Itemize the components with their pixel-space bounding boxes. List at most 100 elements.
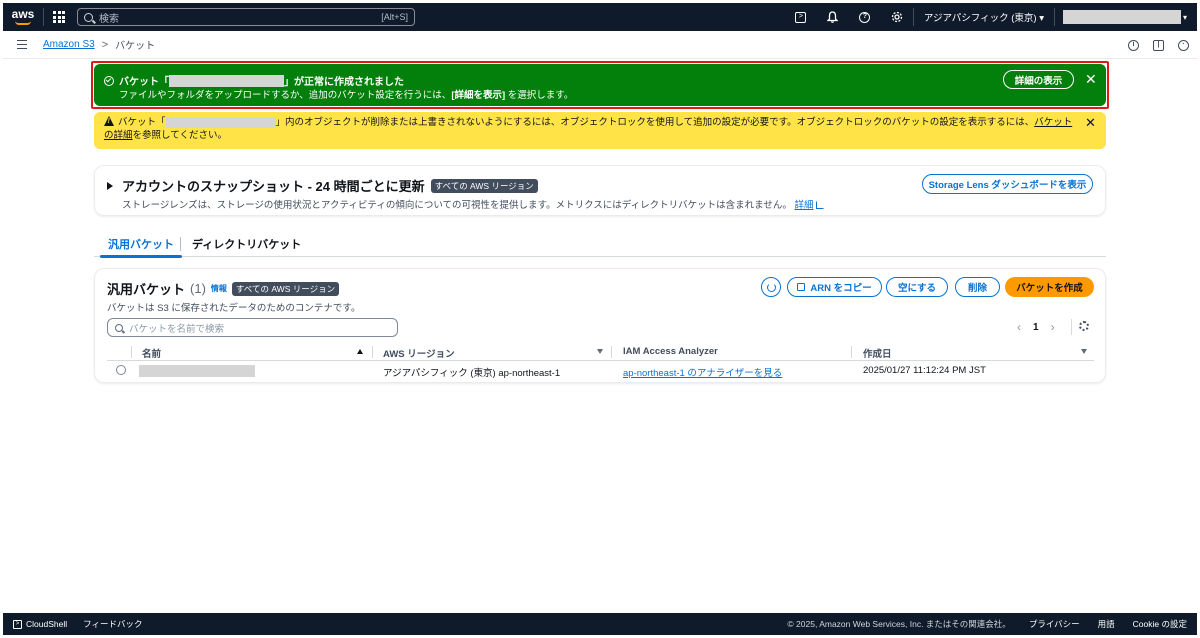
copy-icon (797, 283, 806, 291)
expand-caret-icon[interactable] (107, 181, 113, 190)
snapshot-header[interactable]: アカウントのスナップショット - 24 時間ごとに更新 すべての AWS リージ… (107, 176, 538, 195)
pagination: ‹ 1 › (1017, 320, 1055, 334)
warning-icon (104, 116, 114, 126)
tab-divider (180, 237, 181, 251)
breadcrumb-bar: Amazon S3 > バケット i | · (3, 31, 1197, 59)
refresh-button[interactable] (761, 277, 781, 297)
success-body: ファイルやフォルダをアップロードするか、追加のバケット設定を行うには、[詳細を表… (119, 87, 573, 101)
tab-general-purpose[interactable]: 汎用バケット (100, 236, 182, 258)
buckets-title: 汎用バケット (107, 282, 186, 297)
search-placeholder: 検索 (99, 13, 119, 25)
refresh-icon (766, 282, 776, 292)
help-icon[interactable]: ? (849, 3, 881, 31)
view-details-button[interactable]: 詳細の表示 (1003, 70, 1074, 89)
sort-ascending-icon[interactable] (357, 349, 363, 354)
bucket-name-redacted (165, 116, 276, 128)
column-analyzer-header[interactable]: IAM Access Analyzer (623, 346, 718, 357)
snapshot-description: ストレージレンズは、ストレージの使用状況とアクティビティの傾向についての可視性を… (122, 197, 824, 211)
gear-icon[interactable] (881, 3, 913, 31)
info-link[interactable]: 情報 (211, 283, 227, 294)
warning-middle: 」内のオブジェクトが削除または上書きされないようにするには、オブジェクトロックを… (275, 117, 1035, 128)
sort-icon[interactable] (1081, 349, 1087, 354)
privacy-link[interactable]: プライバシー (1029, 618, 1080, 630)
history-icon[interactable]: · (1178, 39, 1189, 51)
breadcrumb-separator-icon: > (101, 38, 109, 51)
next-page-icon[interactable]: › (1051, 320, 1055, 334)
warning-suffix: を参照してください。 (132, 130, 227, 141)
bell-icon[interactable] (817, 3, 849, 31)
bucket-region: アジアパシフィック (東京) ap-northeast-1 (383, 368, 561, 379)
feedback-link[interactable]: フィードバック (83, 618, 142, 630)
column-divider (131, 346, 132, 358)
snapshot-title: アカウントのスナップショット - 24 時間ごとに更新 (122, 179, 425, 194)
menu-icon[interactable] (17, 39, 39, 50)
cloudshell-link[interactable]: CloudShell (26, 619, 67, 629)
warning-text: バケット「 」内のオブジェクトが削除または上書きされないようにするには、オブジェク… (104, 116, 1074, 142)
bucket-search-input[interactable]: バケットを名前で検索 (107, 318, 398, 337)
prev-page-icon[interactable]: ‹ (1017, 320, 1021, 334)
table-settings-icon[interactable] (1079, 321, 1089, 331)
account-snapshot-panel: アカウントのスナップショット - 24 時間ごとに更新 すべての AWS リージ… (94, 165, 1106, 216)
global-search-input[interactable]: 検索 [Alt+S] (77, 8, 415, 26)
success-title-suffix: 」が正常に作成されました (284, 77, 404, 88)
services-grid-icon[interactable] (44, 3, 74, 31)
delete-button[interactable]: 削除 (955, 277, 1000, 297)
success-body-suffix: を選択します。 (505, 90, 574, 101)
column-divider (851, 346, 852, 358)
region-selector[interactable]: アジアパシフィック (東京) ▾ (914, 3, 1054, 31)
aws-logo-text: aws (11, 7, 35, 21)
info-icon[interactable]: i (1128, 39, 1139, 51)
column-region-header[interactable]: AWS リージョン (383, 346, 455, 360)
success-check-icon (104, 75, 114, 86)
tab-directory[interactable]: ディレクトリバケット (192, 236, 301, 252)
search-icon (84, 12, 93, 22)
bucket-created-date: 2025/01/27 11:12:24 PM JST (863, 365, 986, 376)
success-title: バケット「 」が正常に作成されました (104, 73, 404, 88)
row-select-radio[interactable] (116, 365, 126, 375)
nav-right-group: > ? アジアパシフィック (東京) ▾ ▾ (785, 3, 1197, 31)
panel-toggle-icon[interactable]: | (1153, 39, 1164, 51)
footer-right: © 2025, Amazon Web Services, Inc. またはその関… (787, 613, 1187, 635)
success-body-prefix: ファイルやフォルダをアップロードするか、追加のバケット設定を行うには、 (119, 90, 452, 101)
breadcrumb-s3-link[interactable]: Amazon S3 (43, 39, 95, 50)
page-number[interactable]: 1 (1033, 322, 1039, 333)
utility-icons: i | · (1128, 31, 1189, 59)
bucket-type-tabs: 汎用バケット ディレクトリバケット (94, 232, 1106, 258)
sort-icon[interactable] (597, 349, 603, 354)
copy-arn-label: ARN をコピー (810, 283, 872, 294)
success-flashbar: バケット「 」が正常に作成されました ファイルやフォルダをアップロードするか、追… (94, 64, 1106, 106)
warning-prefix: バケット「 (118, 117, 166, 128)
analyzer-link[interactable]: ap-northeast-1 のアナライザーを見る (623, 365, 782, 379)
bucket-name-redacted[interactable] (139, 365, 255, 377)
column-divider (372, 346, 373, 358)
all-regions-badge: すべての AWS リージョン (430, 178, 538, 193)
learn-more-link[interactable]: 詳細 (795, 200, 814, 211)
external-link-icon (815, 201, 824, 209)
close-icon[interactable]: ✕ (1085, 72, 1097, 86)
bucket-count: (1) (190, 281, 206, 296)
copy-arn-button[interactable]: ARN をコピー (787, 277, 882, 297)
storage-lens-dashboard-button[interactable]: Storage Lens ダッシュボードを表示 (922, 174, 1093, 194)
terminal-icon[interactable]: > (785, 3, 817, 31)
breadcrumb-current: バケット (115, 41, 156, 52)
buckets-description: バケットは S3 に保存されたデータのためのコンテナです。 (107, 303, 361, 314)
close-icon[interactable]: ✕ (1085, 116, 1096, 130)
search-shortcut: [Alt+S] (381, 12, 408, 22)
empty-button[interactable]: 空にする (886, 277, 948, 297)
create-bucket-button[interactable]: バケットを作成 (1005, 277, 1094, 297)
table-row: アジアパシフィック (東京) ap-northeast-1 ap-northea… (107, 362, 1094, 380)
account-name-redacted[interactable] (1063, 10, 1181, 24)
pager-divider (1071, 319, 1072, 335)
copyright-text: © 2025, Amazon Web Services, Inc. またはその関… (787, 619, 1011, 629)
aws-smile-icon (15, 21, 31, 25)
cookie-settings-link[interactable]: Cookie の設定 (1133, 618, 1187, 630)
table-header: 名前 AWS リージョン IAM Access Analyzer 作成日 (107, 345, 1094, 361)
account-caret-icon[interactable]: ▾ (1183, 13, 1197, 22)
buckets-header: 汎用バケット (1) 情報 すべての AWS リージョン (107, 279, 340, 298)
column-name-header[interactable]: 名前 (142, 346, 161, 360)
column-created-header[interactable]: 作成日 (863, 346, 892, 360)
cloudshell-icon[interactable]: > (13, 619, 22, 629)
aws-logo[interactable]: aws (3, 3, 43, 31)
terms-link[interactable]: 用語 (1098, 618, 1115, 630)
search-icon (115, 323, 123, 332)
